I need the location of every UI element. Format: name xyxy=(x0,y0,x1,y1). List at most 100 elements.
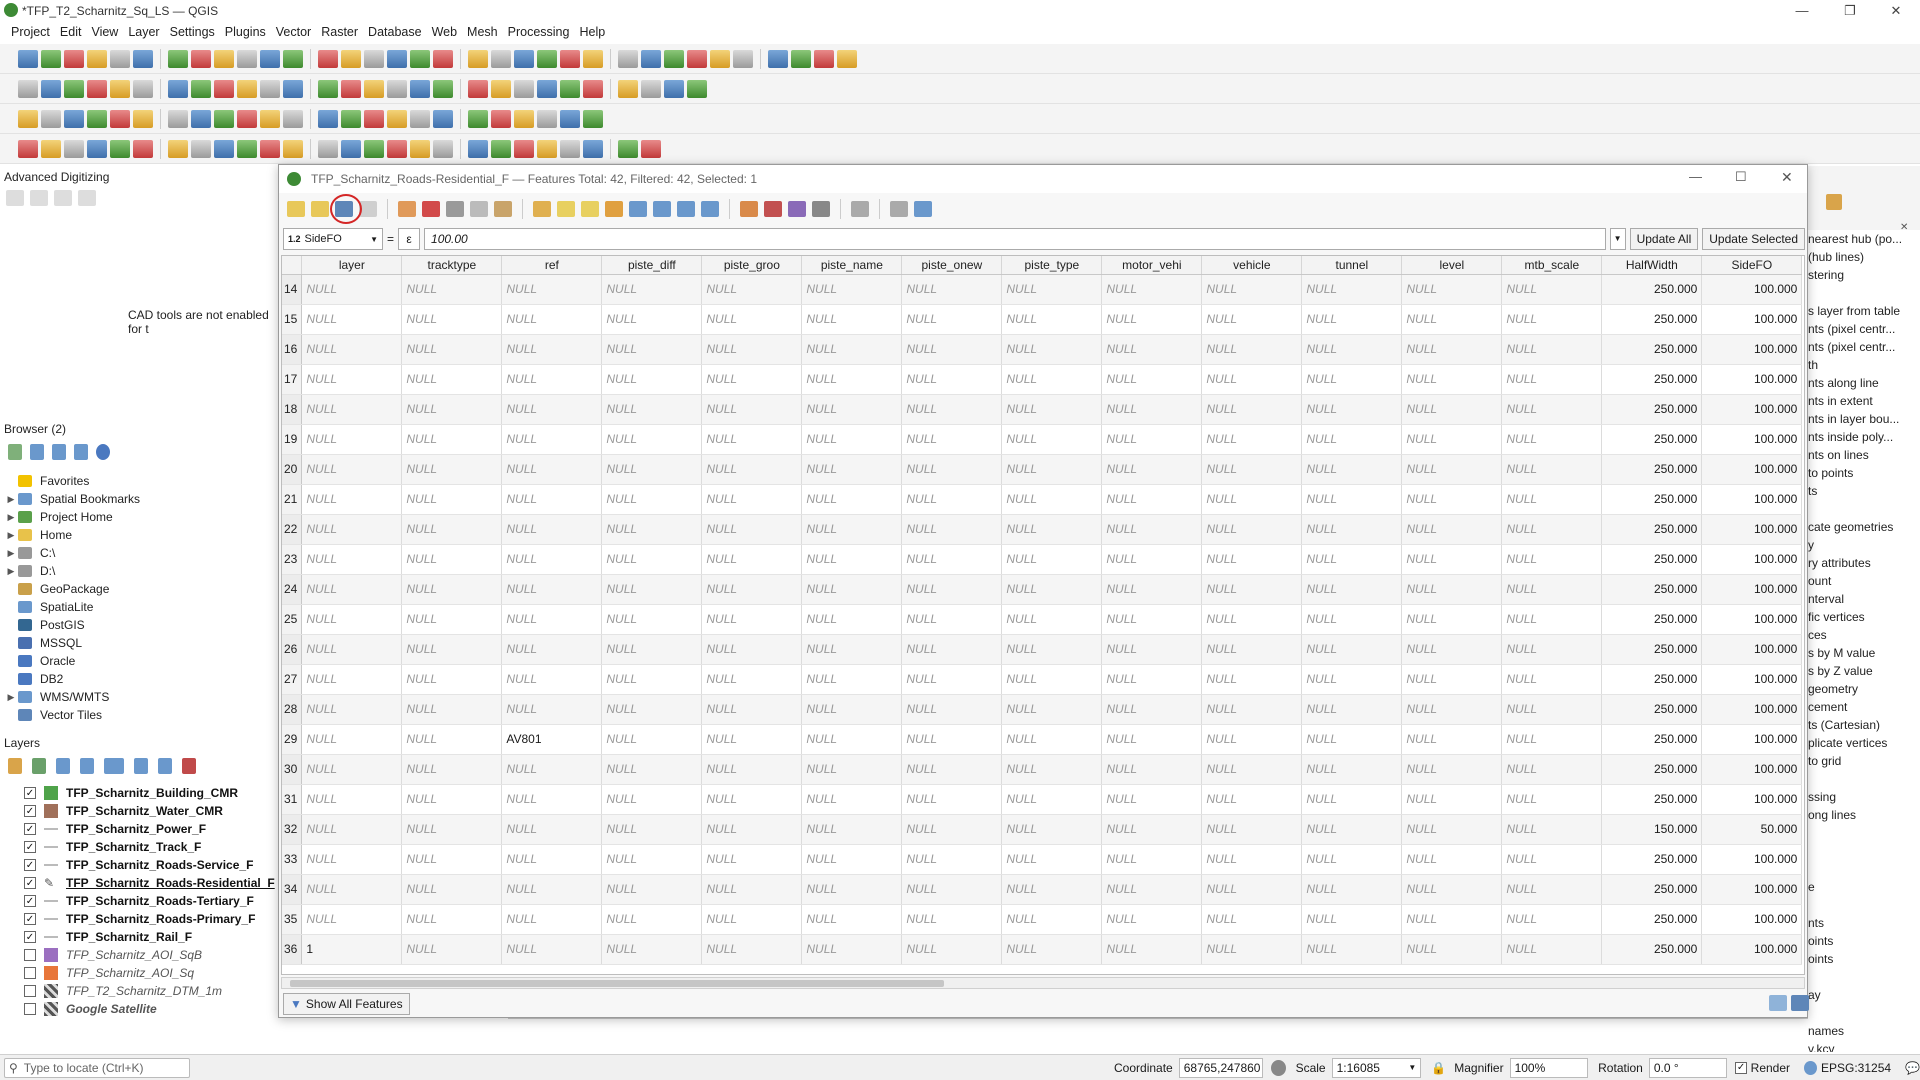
row-number[interactable]: 26 xyxy=(282,634,303,665)
table-cell[interactable]: NULL xyxy=(1101,334,1203,365)
add-selected-icon[interactable] xyxy=(8,444,22,460)
menu-help[interactable]: Help xyxy=(574,25,610,39)
toolbar-1-tool-icon[interactable] xyxy=(410,49,430,68)
table-cell[interactable]: NULL xyxy=(1401,364,1503,395)
toolbar-4-tool-icon[interactable] xyxy=(260,139,280,158)
table-cell[interactable]: NULL xyxy=(401,484,503,515)
toolbar-2-tool-icon[interactable] xyxy=(318,79,338,98)
table-cell[interactable]: NULL xyxy=(901,844,1003,875)
layer-item[interactable]: ✓ TFP_Scharnitz_Power_F xyxy=(0,820,280,838)
table-cell[interactable]: NULL xyxy=(901,424,1003,455)
processing-algorithm-item[interactable] xyxy=(1808,286,1920,304)
table-cell[interactable]: NULL xyxy=(901,664,1003,695)
update-all-button[interactable]: Update All xyxy=(1629,228,1699,250)
toolbar-2-tool-icon[interactable] xyxy=(214,79,234,98)
table-cell[interactable]: NULL xyxy=(801,634,903,665)
toolbar-3-tool-icon[interactable] xyxy=(41,109,61,128)
toolbar-4-tool-icon[interactable] xyxy=(364,139,384,158)
table-cell[interactable]: NULL xyxy=(401,724,503,755)
toolbar-1-tool-icon[interactable] xyxy=(110,49,130,68)
table-cell[interactable]: NULL xyxy=(1001,724,1103,755)
table-cell[interactable]: NULL xyxy=(801,664,903,695)
table-cell[interactable]: NULL xyxy=(1501,274,1603,305)
table-cell[interactable]: 100.000 xyxy=(1701,664,1803,695)
table-cell[interactable]: 250.000 xyxy=(1601,304,1703,335)
layer-visibility-checkbox[interactable]: ✓ xyxy=(24,913,36,925)
table-cell[interactable]: 100.000 xyxy=(1701,364,1803,395)
table-cell[interactable]: NULL xyxy=(1301,934,1403,965)
layer-visibility-checkbox[interactable]: ✓ xyxy=(24,877,36,889)
browser-item[interactable]: ▶ Home xyxy=(4,526,274,544)
processing-algorithm-item[interactable] xyxy=(1808,862,1920,880)
table-cell[interactable]: 100.000 xyxy=(1701,724,1803,755)
table-cell[interactable]: NULL xyxy=(1001,934,1103,965)
processing-algorithm-item[interactable]: ong lines xyxy=(1808,808,1920,826)
table-cell[interactable]: NULL xyxy=(1201,604,1303,635)
table-cell[interactable]: NULL xyxy=(1201,724,1303,755)
toolbar-3-tool-icon[interactable] xyxy=(110,109,130,128)
table-cell[interactable]: NULL xyxy=(901,484,1003,515)
table-cell[interactable]: NULL xyxy=(1301,724,1403,755)
table-cell[interactable]: NULL xyxy=(1501,664,1603,695)
processing-algorithm-item[interactable]: nts xyxy=(1808,916,1920,934)
processing-algorithm-item[interactable]: nts in extent xyxy=(1808,394,1920,412)
table-cell[interactable]: NULL xyxy=(301,424,403,455)
toolbar-2-tool-icon[interactable] xyxy=(283,79,303,98)
table-row[interactable]: 36 1 NULL NULL NULL NULL NULL NULL NULL NULL NULL N… xyxy=(282,934,1803,965)
table-cell[interactable]: NULL xyxy=(1401,274,1503,305)
table-cell[interactable]: NULL xyxy=(401,574,503,605)
table-cell[interactable]: NULL xyxy=(1301,664,1403,695)
table-cell[interactable]: NULL xyxy=(601,814,703,845)
layer-item[interactable]: Google Satellite xyxy=(0,1000,280,1018)
table-cell[interactable]: NULL xyxy=(1001,394,1103,425)
menu-plugins[interactable]: Plugins xyxy=(220,25,271,39)
toolbar-3-tool-icon[interactable] xyxy=(191,109,211,128)
processing-algorithm-item[interactable]: oints xyxy=(1808,934,1920,952)
table-cell[interactable]: NULL xyxy=(1301,574,1403,605)
table-cell[interactable]: NULL xyxy=(1401,424,1503,455)
table-cell[interactable]: NULL xyxy=(601,364,703,395)
processing-algorithm-item[interactable]: cate geometries xyxy=(1808,520,1920,538)
row-number[interactable]: 30 xyxy=(282,754,303,785)
table-cell[interactable]: NULL xyxy=(901,754,1003,785)
toolbar-1-tool-icon[interactable] xyxy=(260,49,280,68)
table-cell[interactable]: NULL xyxy=(301,694,403,725)
table-cell[interactable]: NULL xyxy=(1201,514,1303,545)
table-cell[interactable]: NULL xyxy=(901,784,1003,815)
table-cell[interactable]: NULL xyxy=(901,904,1003,935)
processing-algorithm-item[interactable]: y xyxy=(1808,538,1920,556)
dock-icon[interactable] xyxy=(851,201,869,217)
table-cell[interactable]: NULL xyxy=(1301,304,1403,335)
table-cell[interactable]: NULL xyxy=(601,634,703,665)
processing-algorithm-item[interactable]: plicate vertices xyxy=(1808,736,1920,754)
table-cell[interactable]: 100.000 xyxy=(1701,514,1803,545)
table-cell[interactable]: NULL xyxy=(1201,784,1303,815)
table-cell[interactable]: NULL xyxy=(1001,574,1103,605)
table-cell[interactable]: NULL xyxy=(501,484,603,515)
row-number[interactable]: 20 xyxy=(282,454,303,485)
locator-input[interactable]: ⚲ Type to locate (Ctrl+K) xyxy=(4,1057,191,1078)
processing-algorithm-item[interactable]: nts (pixel centr... xyxy=(1808,340,1920,358)
column-header-tunnel[interactable]: tunnel xyxy=(1301,256,1403,275)
table-cell[interactable]: NULL xyxy=(401,754,503,785)
table-cell[interactable]: NULL xyxy=(1201,634,1303,665)
table-cell[interactable]: NULL xyxy=(1001,664,1103,695)
toolbar-3-tool-icon[interactable] xyxy=(468,109,488,128)
table-row[interactable]: 22 NULL NULL NULL NULL NULL NULL NULL NULL NULL NU… xyxy=(282,514,1803,545)
browser-item[interactable]: Oracle xyxy=(4,652,274,670)
column-header-piste_diff[interactable]: piste_diff xyxy=(601,256,703,275)
toolbar-1-tool-icon[interactable] xyxy=(687,49,707,68)
table-cell[interactable]: NULL xyxy=(601,454,703,485)
table-cell[interactable]: NULL xyxy=(601,334,703,365)
table-cell[interactable]: NULL xyxy=(1501,454,1603,485)
table-cell[interactable]: 250.000 xyxy=(1601,274,1703,305)
lock-icon[interactable]: 🔒 xyxy=(1431,1061,1446,1075)
table-cell[interactable]: NULL xyxy=(301,574,403,605)
table-cell[interactable]: NULL xyxy=(801,754,903,785)
menu-edit[interactable]: Edit xyxy=(55,25,87,39)
row-number[interactable]: 32 xyxy=(282,814,303,845)
table-cell[interactable]: NULL xyxy=(1201,454,1303,485)
layer-visibility-checkbox[interactable]: ✓ xyxy=(24,823,36,835)
processing-settings-icon[interactable] xyxy=(1826,194,1842,210)
table-cell[interactable]: NULL xyxy=(501,814,603,845)
